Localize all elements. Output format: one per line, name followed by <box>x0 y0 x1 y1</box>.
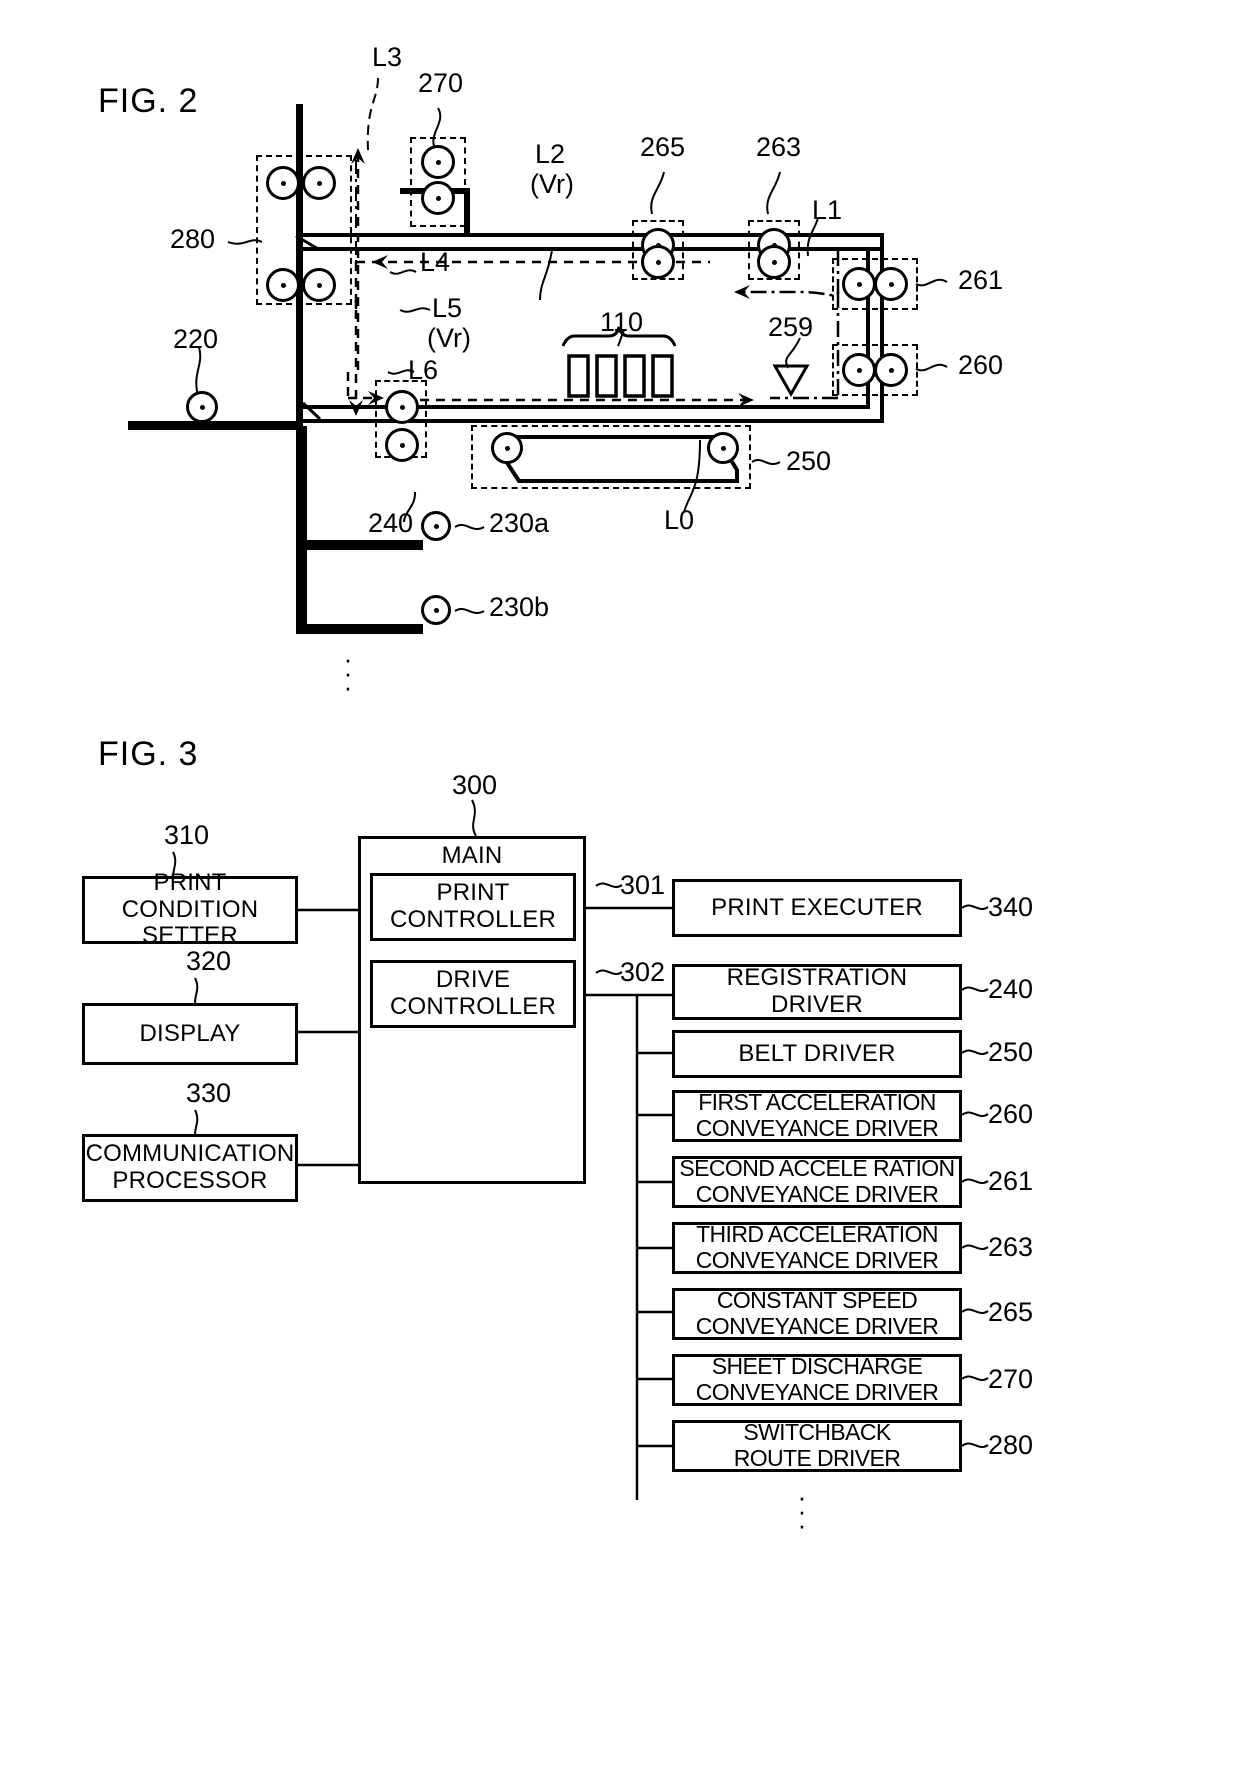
print-executer-box[interactable]: PRINT EXECUTER <box>672 879 962 937</box>
second-acceleration-conveyance-driver-label: SECOND ACCELE RATION CONVEYANCE DRIVER <box>679 1155 955 1207</box>
fig2-ref-259: 259 <box>768 312 814 342</box>
first-acceleration-conveyance-driver-box[interactable]: FIRST ACCELERATION CONVEYANCE DRIVER <box>672 1089 962 1142</box>
fig2-label-L1: L1 <box>812 195 843 225</box>
roller-280-b <box>302 166 336 200</box>
fig3-ref-261: 261 <box>988 1166 1034 1196</box>
constant-speed-conveyance-driver-label: CONSTANT SPEED CONVEYANCE DRIVER <box>695 1287 939 1339</box>
print-condition-setter-label: PRINT CONDITION SETTER <box>121 868 259 950</box>
first-acceleration-conveyance-driver-label: FIRST ACCELERATION CONVEYANCE DRIVER <box>695 1089 939 1141</box>
roller-230b <box>421 595 451 625</box>
fig2-label-L4: L4 <box>420 247 451 277</box>
fig2-ref-110: 110 <box>600 307 644 337</box>
belt-driver-box[interactable]: BELT DRIVER <box>672 1030 962 1078</box>
fig2-ref-261: 261 <box>958 265 1004 295</box>
fig2-ref-260: 260 <box>958 350 1004 380</box>
belt-pulley-right <box>707 432 739 464</box>
roller-240-top <box>385 390 419 424</box>
fig3-ref-340: 340 <box>988 892 1034 922</box>
fig3-continuation-dots: · · · <box>797 1482 807 1540</box>
roller-260-right <box>874 353 908 387</box>
registration-driver-box[interactable]: REGISTRATION DRIVER <box>672 964 962 1020</box>
frame-vertical-lower <box>296 426 307 634</box>
fig2-label-L0: L0 <box>664 505 695 535</box>
fig3-ref-265: 265 <box>988 1297 1034 1327</box>
fig2-ref-250: 250 <box>786 446 832 476</box>
fig3-ref-301: 301 <box>620 870 666 900</box>
fig2-ref-270: 270 <box>418 68 464 98</box>
roller-280-a <box>266 166 300 200</box>
sheet-discharge-conveyance-driver-label: SHEET DISCHARGE CONVEYANCE DRIVER <box>695 1353 939 1405</box>
roller-270-top <box>421 145 455 179</box>
fig2-title: FIG. 2 <box>98 82 199 120</box>
roller-270-bottom <box>421 181 455 215</box>
fig3-ref-300: 300 <box>452 770 498 800</box>
roller-220 <box>186 391 218 423</box>
communication-processor-box[interactable]: COMMUNICATION PROCESSOR <box>82 1134 298 1202</box>
switchback-route-driver-label: SWITCHBACK ROUTE DRIVER <box>733 1419 901 1471</box>
display-label: DISPLAY <box>139 1019 241 1047</box>
third-acceleration-conveyance-driver-box[interactable]: THIRD ACCELERATION CONVEYANCE DRIVER <box>672 1221 962 1274</box>
roller-261-left <box>842 267 876 301</box>
belt-pulley-left <box>491 432 523 464</box>
fig3-ref-310: 310 <box>164 820 210 850</box>
fig3-ref-250: 250 <box>988 1037 1034 1067</box>
print-executer-label: PRINT EXECUTER <box>711 893 923 921</box>
fig3-ref-280: 280 <box>988 1430 1034 1460</box>
fig2-label-L5: L5 <box>432 293 463 323</box>
communication-processor-label: COMMUNICATION PROCESSOR <box>85 1140 295 1194</box>
tray-line-230a <box>303 540 423 550</box>
roller-280-c <box>266 268 300 302</box>
roller-230a <box>421 511 451 541</box>
fig2-continuation-dots: · · · <box>343 644 353 702</box>
fig2-label-L6: L6 <box>408 355 439 385</box>
belt-driver-label: BELT DRIVER <box>738 1039 896 1067</box>
fig2-ref-265: 265 <box>640 132 686 162</box>
fig2-ref-240: 240 <box>368 508 414 538</box>
fig2-ref-230b: 230b <box>489 592 550 622</box>
display-box[interactable]: DISPLAY <box>82 1003 298 1065</box>
fig3-ref-240: 240 <box>988 974 1034 1004</box>
fig3-ref-320: 320 <box>186 946 232 976</box>
roller-265-bottom <box>641 245 675 279</box>
fig3-ref-260: 260 <box>988 1099 1034 1129</box>
fig2-ref-263: 263 <box>756 132 802 162</box>
roller-280-d <box>302 268 336 302</box>
roller-260-left <box>842 353 876 387</box>
fig2-label-L3: L3 <box>372 42 403 72</box>
print-controller-label: PRINT CONTROLLER <box>389 879 557 933</box>
roller-240-bottom <box>385 428 419 462</box>
drive-controller-box[interactable]: DRIVE CONTROLLER <box>370 960 576 1028</box>
fig3-ref-263: 263 <box>988 1232 1034 1262</box>
fig2-ref-220: 220 <box>173 324 219 354</box>
print-condition-setter-box[interactable]: PRINT CONDITION SETTER <box>82 869 298 949</box>
fig2-label-L2-sub: (Vr) <box>530 169 574 199</box>
drive-controller-label: DRIVE CONTROLLER <box>389 966 557 1020</box>
constant-speed-conveyance-driver-box[interactable]: CONSTANT SPEED CONVEYANCE DRIVER <box>672 1287 962 1340</box>
patent-figure-page: FIG. 2 L3 270 L2 (Vr) 265 263 L1 280 L4 … <box>0 0 1240 1768</box>
roller-261-right <box>874 267 908 301</box>
fig2-label-L2: L2 <box>535 139 566 169</box>
tray-line-230b <box>303 624 423 634</box>
second-acceleration-conveyance-driver-box[interactable]: SECOND ACCELE RATION CONVEYANCE DRIVER <box>672 1155 962 1208</box>
third-acceleration-conveyance-driver-label: THIRD ACCELERATION CONVEYANCE DRIVER <box>695 1221 939 1273</box>
switchback-route-driver-box[interactable]: SWITCHBACK ROUTE DRIVER <box>672 1419 962 1472</box>
fig2-ref-230a: 230a <box>489 508 550 538</box>
fig2-ref-280: 280 <box>170 224 216 254</box>
print-controller-box[interactable]: PRINT CONTROLLER <box>370 873 576 941</box>
tray-line-top <box>128 421 303 430</box>
sheet-discharge-conveyance-driver-box[interactable]: SHEET DISCHARGE CONVEYANCE DRIVER <box>672 1353 962 1406</box>
roller-263-bottom <box>757 245 791 279</box>
fig2-label-L5-sub: (Vr) <box>427 323 471 353</box>
fig3-title: FIG. 3 <box>98 735 199 773</box>
fig3-ref-302: 302 <box>620 957 666 987</box>
fig3-ref-270: 270 <box>988 1364 1034 1394</box>
fig3-ref-330: 330 <box>186 1078 232 1108</box>
registration-driver-label: REGISTRATION DRIVER <box>726 964 908 1018</box>
